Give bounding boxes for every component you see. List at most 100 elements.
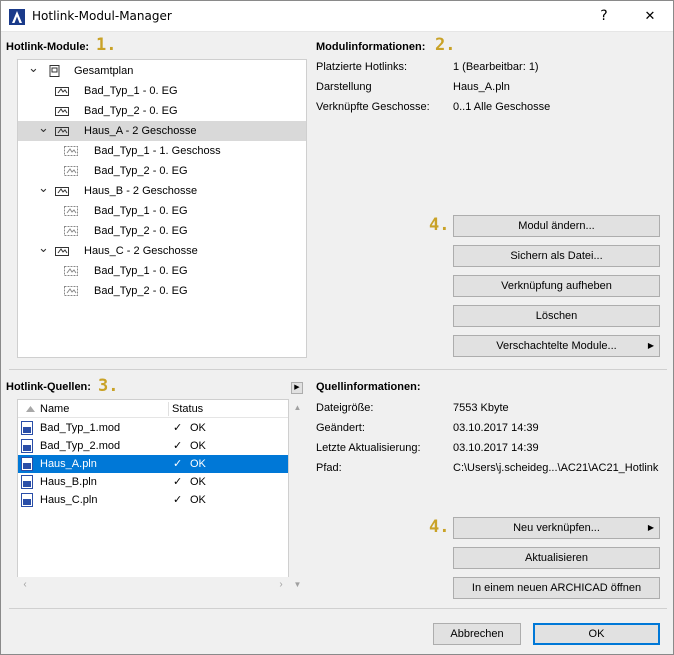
hotlink-sources-list[interactable]: Name Status Bad_Typ_1.mod ✓ OK Bad_Typ_2.mo… — [17, 399, 289, 593]
module-icon — [55, 127, 69, 136]
hotlink-modules-tree[interactable]: ⌄ Gesamtplan Bad_Typ_1 - 0. EG Bad_Typ_2 - … — [17, 59, 307, 358]
display-key: Darstellung — [316, 81, 372, 93]
linked-stories-value: 0..1 Alle Geschosse — [453, 101, 551, 113]
path-value: C:\Users\j.scheideg...\AC21\AC21_Hotlink — [453, 462, 659, 474]
nested-module-icon — [64, 166, 78, 176]
step-number-3: 3. — [98, 376, 119, 396]
break-link-button[interactable]: Verknüpfung aufheben — [453, 275, 660, 297]
file-size-key: Dateigröße: — [316, 402, 374, 414]
source-status: OK — [190, 422, 206, 434]
path-key: Pfad: — [316, 462, 342, 474]
help-button[interactable]: ? — [581, 1, 627, 32]
scroll-up-icon[interactable]: ▲ — [289, 399, 306, 416]
nested-module-icon — [64, 226, 78, 236]
tree-item[interactable]: ⌄ Haus_A - 2 Geschosse — [18, 121, 306, 141]
tree-item[interactable]: Bad_Typ_2 - 0. EG — [18, 221, 306, 241]
sources-horizontal-scrollbar[interactable]: ‹ › — [17, 577, 289, 593]
scroll-right-icon[interactable]: › — [273, 577, 289, 593]
tree-item[interactable]: Bad_Typ_1 - 0. EG — [18, 81, 306, 101]
module-icon — [55, 107, 69, 116]
tree-item[interactable]: ⌄ Haus_C - 2 Geschosse — [18, 241, 306, 261]
tree-item-label: Bad_Typ_1 - 1. Geschoss — [94, 145, 221, 157]
tree-item[interactable]: Bad_Typ_1 - 1. Geschoss — [18, 141, 306, 161]
tree-item-label: Bad_Typ_2 - 0. EG — [94, 225, 188, 237]
tree-item[interactable]: ⌄ Gesamtplan — [18, 61, 306, 81]
tree-item-label: Haus_A - 2 Geschosse — [84, 125, 197, 137]
source-status: OK — [190, 458, 206, 470]
linked-stories-key: Verknüpfte Geschosse: — [316, 101, 430, 113]
hotlink-sources-label: Hotlink-Quellen: — [6, 381, 91, 393]
step-number-2: 2. — [435, 35, 456, 55]
placed-hotlinks-value: 1 (Bearbeitbar: 1) — [453, 61, 539, 73]
checkmark-icon: ✓ — [173, 440, 183, 452]
module-info-label: Modulinformationen: — [316, 41, 426, 53]
nested-modules-button[interactable]: Verschachtelte Module... ▶ — [453, 335, 660, 357]
tree-item[interactable]: ⌄ Haus_B - 2 Geschosse — [18, 181, 306, 201]
nested-module-icon — [64, 266, 78, 276]
nested-module-icon — [64, 146, 78, 156]
layout-sheet-icon — [49, 65, 60, 77]
scroll-down-icon[interactable]: ▼ — [289, 576, 306, 593]
archicad-file-icon — [21, 421, 33, 435]
tree-item-label: Bad_Typ_2 - 0. EG — [94, 165, 188, 177]
relink-label: Neu verknüpfen... — [513, 522, 600, 534]
chevron-down-icon[interactable]: ⌄ — [38, 121, 49, 135]
tree-item-label: Bad_Typ_1 - 0. EG — [94, 265, 188, 277]
sort-ascending-icon[interactable] — [26, 406, 35, 412]
list-item[interactable]: Bad_Typ_1.mod ✓ OK — [18, 419, 288, 437]
checkmark-icon: ✓ — [173, 494, 183, 506]
save-as-file-button[interactable]: Sichern als Datei... — [453, 245, 660, 267]
scroll-left-icon[interactable]: ‹ — [17, 577, 33, 593]
sources-vertical-scrollbar[interactable]: ▲ ▼ — [289, 399, 306, 593]
cancel-button[interactable]: Abbrechen — [433, 623, 521, 645]
list-item[interactable]: Haus_A.pln ✓ OK — [18, 455, 288, 473]
checkmark-icon: ✓ — [173, 476, 183, 488]
tree-item[interactable]: Bad_Typ_1 - 0. EG — [18, 201, 306, 221]
expand-arrow-icon[interactable]: ▶ — [291, 382, 303, 394]
tree-item-label: Bad_Typ_1 - 0. EG — [94, 205, 188, 217]
relink-button[interactable]: Neu verknüpfen... ▶ — [453, 517, 660, 539]
column-header-status[interactable]: Status — [172, 403, 203, 415]
module-icon — [55, 87, 69, 96]
chevron-down-icon[interactable]: ⌄ — [38, 241, 49, 255]
checkmark-icon: ✓ — [173, 422, 183, 434]
tree-item-label: Bad_Typ_1 - 0. EG — [84, 85, 178, 97]
list-item[interactable]: Bad_Typ_2.mod ✓ OK — [18, 437, 288, 455]
nested-modules-label: Verschachtelte Module... — [496, 340, 617, 352]
title-bar[interactable]: Hotlink-Modul-Manager ? ✕ — [1, 1, 673, 32]
archicad-file-icon — [21, 439, 33, 453]
archicad-app-icon — [9, 9, 25, 25]
nested-module-icon — [64, 286, 78, 296]
chevron-down-icon[interactable]: ⌄ — [28, 61, 39, 75]
submenu-arrow-icon: ▶ — [647, 341, 654, 350]
change-module-button[interactable]: Modul ändern... — [453, 215, 660, 237]
open-in-new-archicad-button[interactable]: In einem neuen ARCHICAD öffnen — [453, 577, 660, 599]
column-divider — [168, 402, 169, 416]
tree-item[interactable]: Bad_Typ_2 - 0. EG — [18, 281, 306, 301]
source-name: Haus_C.pln — [40, 494, 98, 506]
tree-item-label: Haus_B - 2 Geschosse — [84, 185, 198, 197]
tree-item[interactable]: Bad_Typ_2 - 0. EG — [18, 101, 306, 121]
tree-item[interactable]: Bad_Typ_2 - 0. EG — [18, 161, 306, 181]
section-separator — [9, 369, 667, 370]
display-value: Haus_A.pln — [453, 81, 510, 93]
chevron-down-icon[interactable]: ⌄ — [38, 181, 49, 195]
placed-hotlinks-key: Platzierte Hotlinks: — [316, 61, 408, 73]
ok-button[interactable]: OK — [533, 623, 660, 645]
window-title: Hotlink-Modul-Manager — [32, 9, 172, 23]
submenu-arrow-icon: ▶ — [647, 523, 654, 532]
file-size-value: 7553 Kbyte — [453, 402, 509, 414]
modified-value: 03.10.2017 14:39 — [453, 422, 539, 434]
step-number-1: 1. — [96, 35, 117, 55]
column-header-name[interactable]: Name — [40, 403, 69, 415]
nested-module-icon — [64, 206, 78, 216]
delete-button[interactable]: Löschen — [453, 305, 660, 327]
list-item[interactable]: Haus_C.pln ✓ OK — [18, 491, 288, 509]
list-item[interactable]: Haus_B.pln ✓ OK — [18, 473, 288, 491]
tree-item[interactable]: Bad_Typ_1 - 0. EG — [18, 261, 306, 281]
source-info-label: Quellinformationen: — [316, 381, 421, 393]
list-header: Name Status — [18, 400, 288, 418]
update-button[interactable]: Aktualisieren — [453, 547, 660, 569]
tree-item-label: Gesamtplan — [74, 65, 134, 77]
close-button[interactable]: ✕ — [627, 1, 673, 32]
